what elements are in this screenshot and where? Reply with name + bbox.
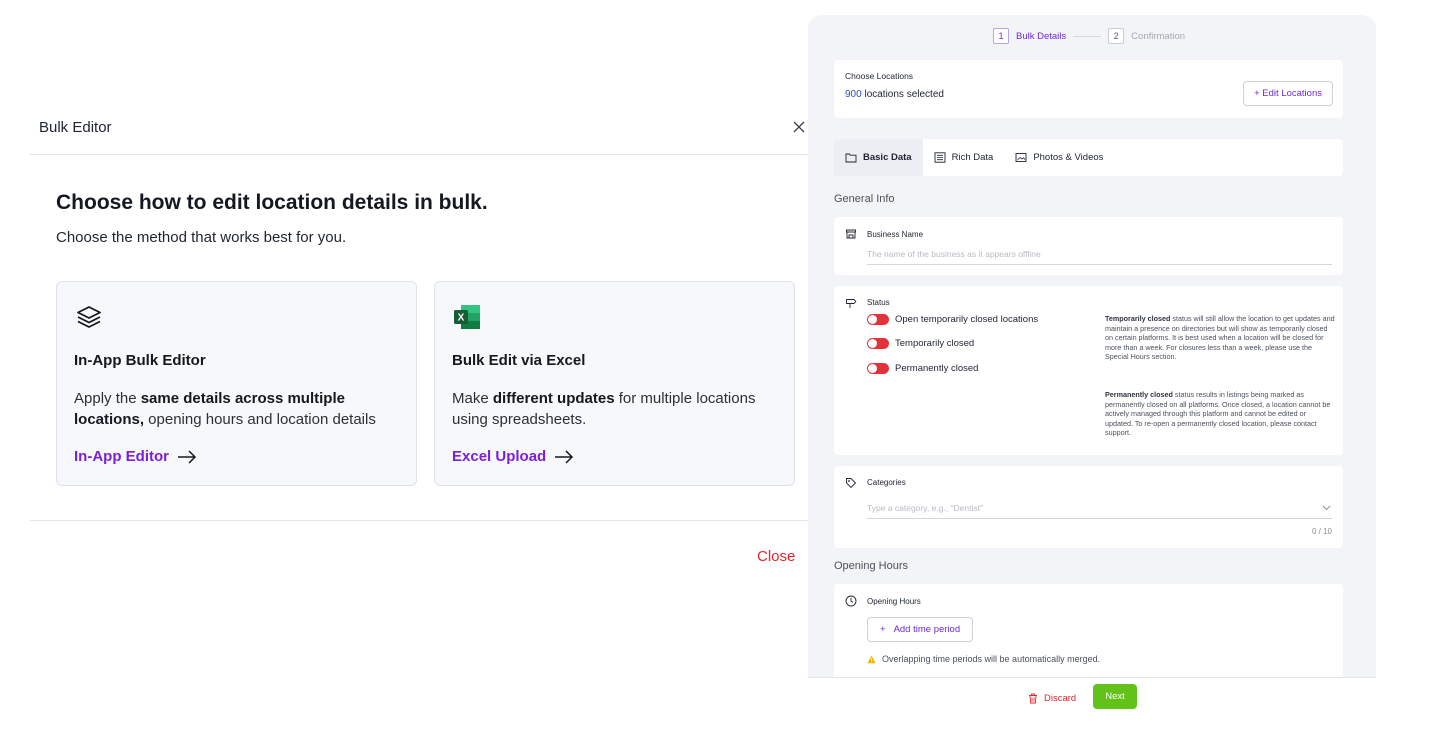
in-app-editor-card[interactable]: In-App Bulk Editor Apply the same detail… <box>56 281 417 486</box>
toggle-switch[interactable] <box>867 363 889 374</box>
toggle-label: Permanently closed <box>895 363 979 374</box>
close-button[interactable]: Close <box>757 548 795 565</box>
excel-upload-link[interactable]: Excel Upload <box>452 448 574 465</box>
modal-heading: Choose how to edit location details in b… <box>56 191 488 214</box>
overlap-warning: Overlapping time periods will be automat… <box>867 654 1100 664</box>
close-icon[interactable] <box>790 118 808 136</box>
folder-icon <box>845 153 857 163</box>
tab-label: Photos & Videos <box>1033 152 1104 163</box>
edit-locations-button[interactable]: + Edit Locations <box>1243 81 1333 106</box>
tab-basic-data[interactable]: Basic Data <box>834 139 923 176</box>
toggle-permanently-closed[interactable]: Permanently closed <box>867 363 978 374</box>
status-box: Status Open temporarily closed locations… <box>834 286 1343 455</box>
locations-box: Choose Locations 900 locations selected … <box>834 60 1343 118</box>
svg-text:X: X <box>458 313 465 324</box>
list-icon <box>934 152 946 163</box>
tag-icon <box>846 478 857 489</box>
categories-label: Categories <box>867 478 906 487</box>
step-label: Bulk Details <box>1016 30 1067 42</box>
stepper: 1 Bulk Details 2 Confirmation <box>993 28 1185 44</box>
locations-label: Choose Locations <box>845 71 914 81</box>
next-button[interactable]: Next <box>1093 684 1137 709</box>
step-number: 2 <box>1108 28 1125 44</box>
chevron-down-icon[interactable] <box>1322 505 1331 511</box>
discard-button[interactable]: Discard <box>1028 688 1076 708</box>
step-bulk-details[interactable]: 1 Bulk Details <box>993 28 1066 44</box>
opening-hours-title: Opening Hours <box>834 560 908 572</box>
plus-icon: + <box>880 624 886 635</box>
toggle-switch[interactable] <box>867 314 889 325</box>
categories-box: Categories 0 / 10 <box>834 466 1343 548</box>
category-input[interactable] <box>867 498 1332 519</box>
footer-divider <box>808 677 1376 678</box>
divider <box>30 154 820 155</box>
business-name-input[interactable] <box>867 244 1332 265</box>
divider <box>30 520 820 521</box>
warning-icon <box>867 655 876 663</box>
toggle-label: Temporarily closed <box>895 338 975 349</box>
step-confirmation[interactable]: 2 Confirmation <box>1108 28 1185 44</box>
link-label: In-App Editor <box>74 448 169 465</box>
opening-hours-box: Opening Hours + Add time period Overlapp… <box>834 584 1343 678</box>
toggle-open-temporarily-closed[interactable]: Open temporarily closed locations <box>867 314 1038 325</box>
arrow-right-icon <box>177 449 197 464</box>
in-app-editor-link[interactable]: In-App Editor <box>74 448 197 465</box>
general-info-title: General Info <box>834 193 895 205</box>
card-description: Make different updates for multiple loca… <box>452 390 756 428</box>
toggle-temporarily-closed[interactable]: Temporarily closed <box>867 338 974 349</box>
business-name-label: Business Name <box>867 230 924 239</box>
temporarily-closed-note: Temporarily closed status will still all… <box>1105 314 1335 361</box>
trash-icon <box>1029 693 1037 703</box>
tab-photos-videos[interactable]: Photos & Videos <box>1004 139 1114 176</box>
step-connector <box>1073 35 1102 37</box>
toggle-label: Open temporarily closed locations <box>895 314 1039 325</box>
discard-label: Discard <box>1044 692 1077 704</box>
button-label: Add time period <box>893 624 961 635</box>
permanently-closed-note: Permanently closed status results in lis… <box>1105 390 1331 437</box>
add-time-period-button[interactable]: + Add time period <box>867 617 974 642</box>
store-icon <box>846 229 856 239</box>
toggle-switch[interactable] <box>867 338 889 349</box>
step-label: Confirmation <box>1131 30 1186 42</box>
card-title: In-App Bulk Editor <box>74 352 206 369</box>
status-label: Status <box>867 298 890 307</box>
image-icon <box>1015 153 1027 162</box>
excel-icon: X <box>454 305 480 329</box>
link-label: Excel Upload <box>452 448 547 465</box>
tab-label: Basic Data <box>863 152 912 163</box>
card-title: Bulk Edit via Excel <box>452 352 586 369</box>
warning-text: Overlapping time periods will be automat… <box>882 654 1101 664</box>
data-tabs: Basic Data Rich Data Photos & Videos <box>834 139 1343 176</box>
sign-icon <box>846 299 857 308</box>
tab-label: Rich Data <box>951 152 994 163</box>
modal-subheading: Choose the method that works best for yo… <box>56 229 347 246</box>
clock-icon <box>845 595 857 607</box>
business-name-box: Business Name <box>834 217 1343 275</box>
opening-hours-label: Opening Hours <box>867 597 921 606</box>
bulk-details-panel: 1 Bulk Details 2 Confirmation Choose Loc… <box>808 15 1376 678</box>
tab-rich-data[interactable]: Rich Data <box>923 139 1005 176</box>
category-count: 0 / 10 <box>1311 527 1332 536</box>
card-description: Apply the same details across multiple l… <box>74 390 376 428</box>
modal-title: Bulk Editor <box>39 119 112 136</box>
arrow-right-icon <box>555 449 574 464</box>
locations-count: 900 locations selected <box>845 89 944 100</box>
step-number: 1 <box>993 28 1009 44</box>
excel-upload-card[interactable]: X Bulk Edit via Excel Make different upd… <box>434 281 795 486</box>
layers-icon <box>77 306 101 328</box>
